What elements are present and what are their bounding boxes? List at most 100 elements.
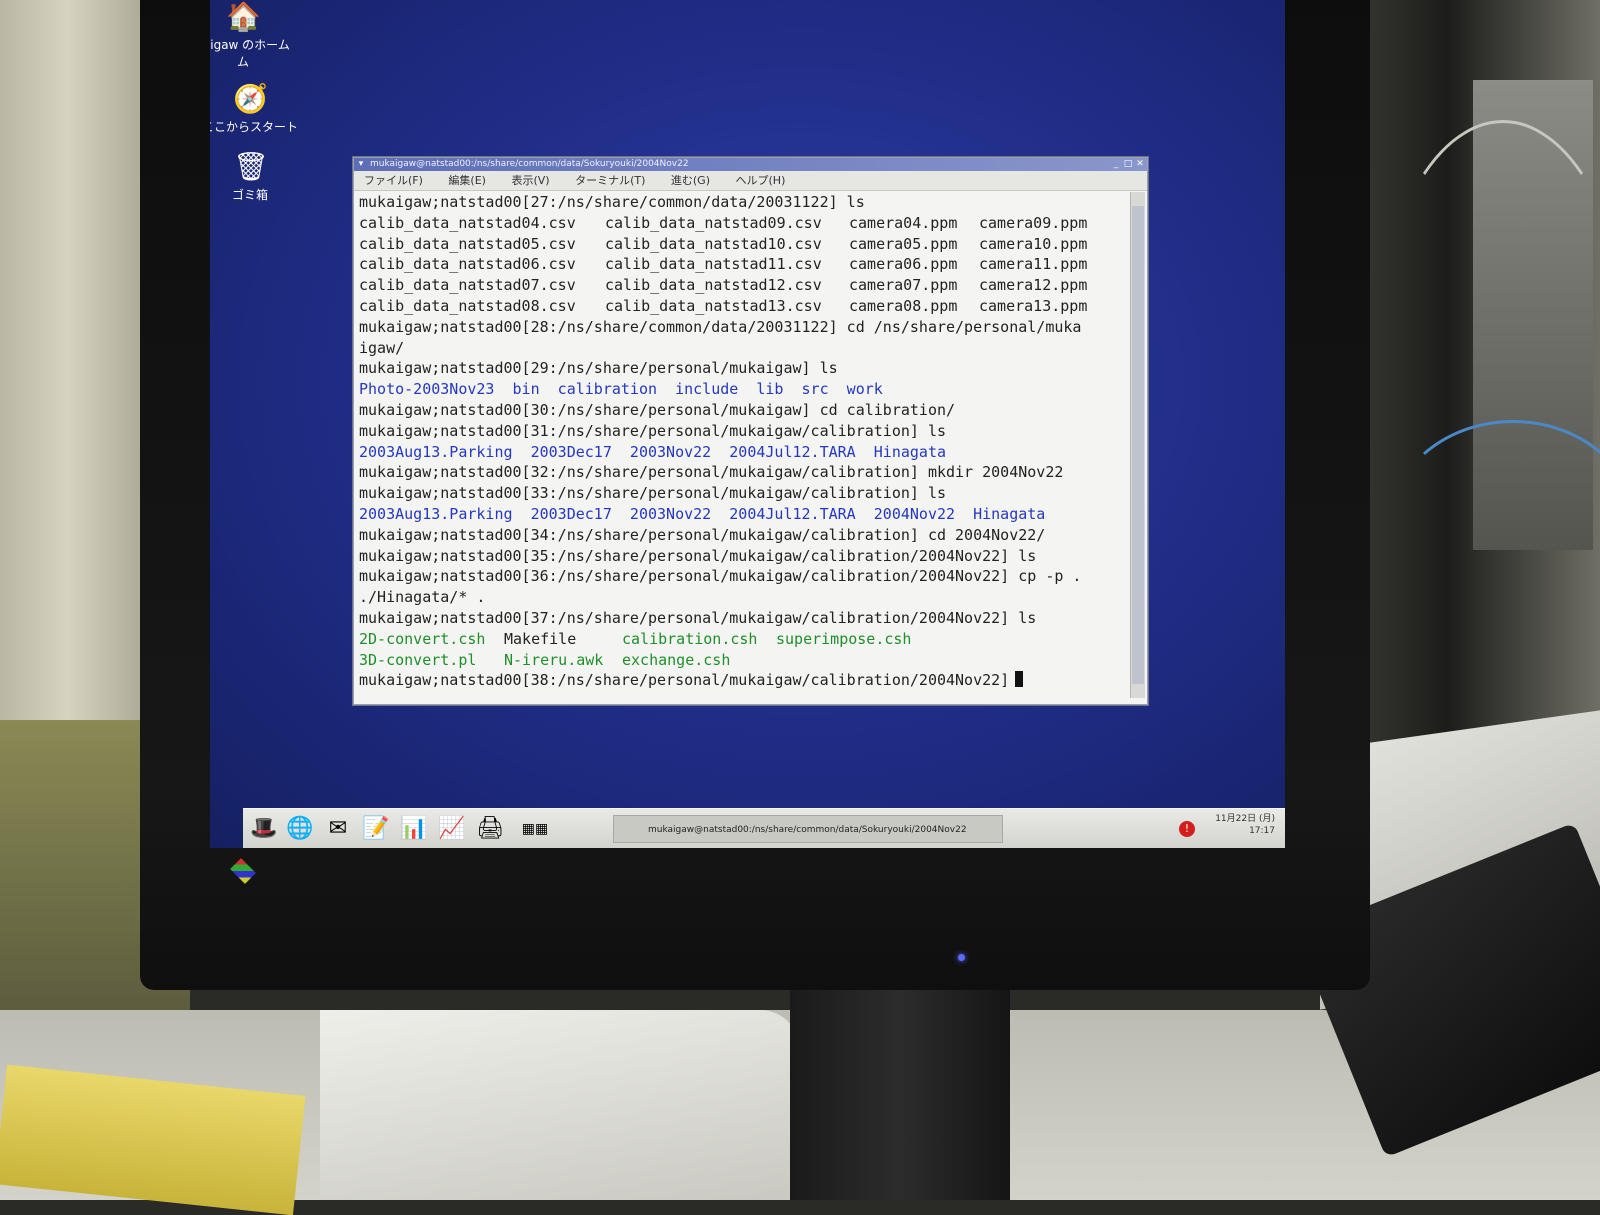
- terminal-line: mukaigaw;natstad00[29:/ns/share/personal…: [359, 358, 1125, 379]
- terminal-file-entry: calib_data_natstad04.csv: [359, 213, 576, 232]
- terminal-line-text: mukaigaw;natstad00[29:/ns/share/personal…: [359, 359, 838, 378]
- menu-edit[interactable]: 編集(E): [448, 174, 486, 187]
- terminal-file-entry: camera12.ppm: [979, 276, 1088, 295]
- terminal-line: calib_data_natstad05.csv calib_data_natst…: [359, 234, 1125, 255]
- terminal-window[interactable]: ▾ mukaigaw@natstad00:/ns/share/common/da…: [353, 157, 1148, 705]
- scrollbar-thumb[interactable]: [1132, 206, 1144, 684]
- chart-icon[interactable]: 📈: [437, 814, 467, 844]
- terminal-file-entry: camera09.ppm: [979, 213, 1088, 232]
- terminal-line: 3D-convert.pl N-ireru.awk exchange.csh: [359, 650, 1125, 671]
- terminal-line-text: igaw/: [359, 338, 405, 357]
- redhat-menu-icon[interactable]: 🎩: [249, 814, 279, 844]
- terminal-line: calib_data_natstad07.csv calib_data_natst…: [359, 275, 1125, 296]
- clock-time: 17:17: [1249, 826, 1275, 836]
- presentation-icon[interactable]: 📊: [399, 814, 429, 844]
- terminal-line-text: Photo-2003Nov23 bin calibration include …: [359, 380, 883, 399]
- terminal-file-entry: N-ireru.awk: [504, 650, 604, 669]
- close-icon[interactable]: ✕: [1135, 159, 1145, 169]
- terminal-line: calib_data_natstad06.csv calib_data_natst…: [359, 254, 1125, 275]
- terminal-file-entry: superimpose.csh: [776, 629, 912, 648]
- terminal-file-entry: calibration.csh: [622, 629, 758, 648]
- terminal-line: calib_data_natstad08.csv calib_data_natst…: [359, 296, 1125, 317]
- terminal-titlebar[interactable]: ▾ mukaigaw@natstad00:/ns/share/common/da…: [354, 158, 1147, 171]
- menu-help[interactable]: ヘルプ(H): [736, 174, 786, 187]
- terminal-line: calib_data_natstad04.csv calib_data_natst…: [359, 213, 1125, 234]
- start-here-icon: 🧭: [233, 82, 268, 115]
- terminal-file-entry: camera04.ppm: [849, 213, 958, 232]
- terminal-line: Photo-2003Nov23 bin calibration include …: [359, 379, 1125, 400]
- terminal-file-entry: Makefile: [504, 629, 577, 648]
- menu-file[interactable]: ファイル(F): [364, 174, 423, 187]
- terminal-line-text: mukaigaw;natstad00[28:/ns/share/common/d…: [359, 317, 1082, 336]
- workspace-switcher-icon[interactable]: ▦▦: [513, 814, 557, 844]
- terminal-file-entry: camera08.ppm: [849, 296, 958, 315]
- terminal-line-text: 2003Aug13.Parking 2003Dec17 2003Nov22 20…: [359, 442, 946, 461]
- terminal-line: ./Hinagata/* .: [359, 587, 1125, 608]
- terminal-menubar: ファイル(F) 編集(E) 表示(V) ターミナル(T) 進む(G) ヘルプ(H…: [354, 171, 1147, 191]
- taskbar: 🎩 🌐 ✉ 📝 📊 📈 🖨 ▦▦ mukaigaw@natstad00:/ns/…: [243, 808, 1285, 848]
- terminal-line-text: mukaigaw;natstad00[37:/ns/share/personal…: [359, 608, 1037, 627]
- terminal-line: mukaigaw;natstad00[33:/ns/share/personal…: [359, 483, 1125, 504]
- desktop-icon-label: ここからスタート: [210, 120, 298, 134]
- terminal-line-text: mukaigaw;natstad00[31:/ns/share/personal…: [359, 421, 946, 440]
- alert-icon[interactable]: !: [1179, 821, 1195, 837]
- menu-terminal[interactable]: ターミナル(T): [575, 174, 645, 187]
- desktop-icon-trash[interactable]: 🗑 ゴミ箱: [210, 150, 305, 203]
- terminal-line-text: mukaigaw;natstad00[34:/ns/share/personal…: [359, 525, 1046, 544]
- menu-view[interactable]: 表示(V): [511, 174, 549, 187]
- desktop-icon-label: ム: [236, 55, 249, 69]
- desk-papers: [320, 1010, 800, 1200]
- desktop-icon-label: kaigaw のホーム: [210, 38, 290, 52]
- terminal-file-entry: camera07.ppm: [849, 276, 958, 295]
- terminal-line-text: mukaigaw;natstad00[27:/ns/share/common/d…: [359, 193, 865, 211]
- terminal-line: mukaigaw;natstad00[38:/ns/share/personal…: [359, 670, 1125, 691]
- terminal-file-entry: camera11.ppm: [979, 255, 1088, 274]
- terminal-line-text: mukaigaw;natstad00[30:/ns/share/personal…: [359, 400, 956, 419]
- terminal-line: mukaigaw;natstad00[34:/ns/share/personal…: [359, 525, 1125, 546]
- clock[interactable]: 11月22日 (月) 17:17: [1215, 813, 1275, 837]
- terminal-scrollbar[interactable]: [1130, 192, 1145, 698]
- terminal-output[interactable]: mukaigaw;natstad00[27:/ns/share/common/d…: [359, 192, 1125, 698]
- terminal-line: mukaigaw;natstad00[31:/ns/share/personal…: [359, 421, 1125, 442]
- menu-go[interactable]: 進む(G): [671, 174, 710, 187]
- terminal-file-entry: calib_data_natstad10.csv: [605, 234, 822, 253]
- terminal-file-entry: calib_data_natstad07.csv: [359, 276, 576, 295]
- maximize-icon[interactable]: □: [1123, 159, 1133, 169]
- terminal-file-entry: calib_data_natstad11.csv: [605, 255, 822, 274]
- window-menu-icon[interactable]: ▾: [356, 159, 366, 169]
- home-folder-icon: 🏠: [226, 0, 261, 33]
- terminal-line-text: mukaigaw;natstad00[32:/ns/share/personal…: [359, 463, 1064, 482]
- power-led: [958, 954, 965, 961]
- terminal-line: mukaigaw;natstad00[32:/ns/share/personal…: [359, 462, 1125, 483]
- desktop-icon-home[interactable]: 🏠 kaigaw のホーム ム: [210, 0, 298, 70]
- terminal-file-entry: camera05.ppm: [849, 234, 958, 253]
- desktop-icon-start-here[interactable]: 🧭 ここからスタート: [210, 82, 305, 135]
- printer-icon[interactable]: 🖨: [475, 814, 505, 844]
- monitor-stand: [790, 990, 1010, 1200]
- terminal-file-entry: calib_data_natstad13.csv: [605, 296, 822, 315]
- terminal-line-text: mukaigaw;natstad00[35:/ns/share/personal…: [359, 546, 1037, 565]
- mail-icon[interactable]: ✉: [323, 814, 353, 844]
- terminal-file-entry: 2D-convert.csh: [359, 629, 486, 648]
- terminal-line-text: mukaigaw;natstad00[36:/ns/share/personal…: [359, 567, 1082, 586]
- taskbar-window-button[interactable]: mukaigaw@natstad00:/ns/share/common/data…: [613, 815, 1003, 843]
- terminal-line: 2003Aug13.Parking 2003Dec17 2003Nov22 20…: [359, 504, 1125, 525]
- terminal-file-entry: exchange.csh: [622, 650, 731, 669]
- office-icon[interactable]: 📝: [361, 814, 391, 844]
- minimize-icon[interactable]: _: [1111, 159, 1121, 169]
- terminal-line: mukaigaw;natstad00[27:/ns/share/common/d…: [359, 192, 1125, 213]
- terminal-line-text: mukaigaw;natstad00[38:/ns/share/personal…: [359, 671, 1010, 690]
- web-browser-icon[interactable]: 🌐: [285, 814, 315, 844]
- terminal-line-text: ./Hinagata/* .: [359, 588, 486, 607]
- trash-icon: 🗑: [233, 150, 269, 183]
- desktop-screen: 🏠 kaigaw のホーム ム 🧭 ここからスタート 🗑 ゴミ箱 ▾ mukai…: [210, 0, 1285, 848]
- terminal-file-entry: calib_data_natstad06.csv: [359, 255, 576, 274]
- terminal-file-entry: camera10.ppm: [979, 234, 1088, 253]
- terminal-line: mukaigaw;natstad00[35:/ns/share/personal…: [359, 546, 1125, 567]
- terminal-line: mukaigaw;natstad00[37:/ns/share/personal…: [359, 608, 1125, 629]
- terminal-line: mukaigaw;natstad00[30:/ns/share/personal…: [359, 400, 1125, 421]
- terminal-line: mukaigaw;natstad00[28:/ns/share/common/d…: [359, 317, 1125, 338]
- terminal-file-entry: camera13.ppm: [979, 296, 1088, 315]
- terminal-line-text: 2003Aug13.Parking 2003Dec17 2003Nov22 20…: [359, 504, 1046, 523]
- terminal-cursor: [1015, 671, 1024, 688]
